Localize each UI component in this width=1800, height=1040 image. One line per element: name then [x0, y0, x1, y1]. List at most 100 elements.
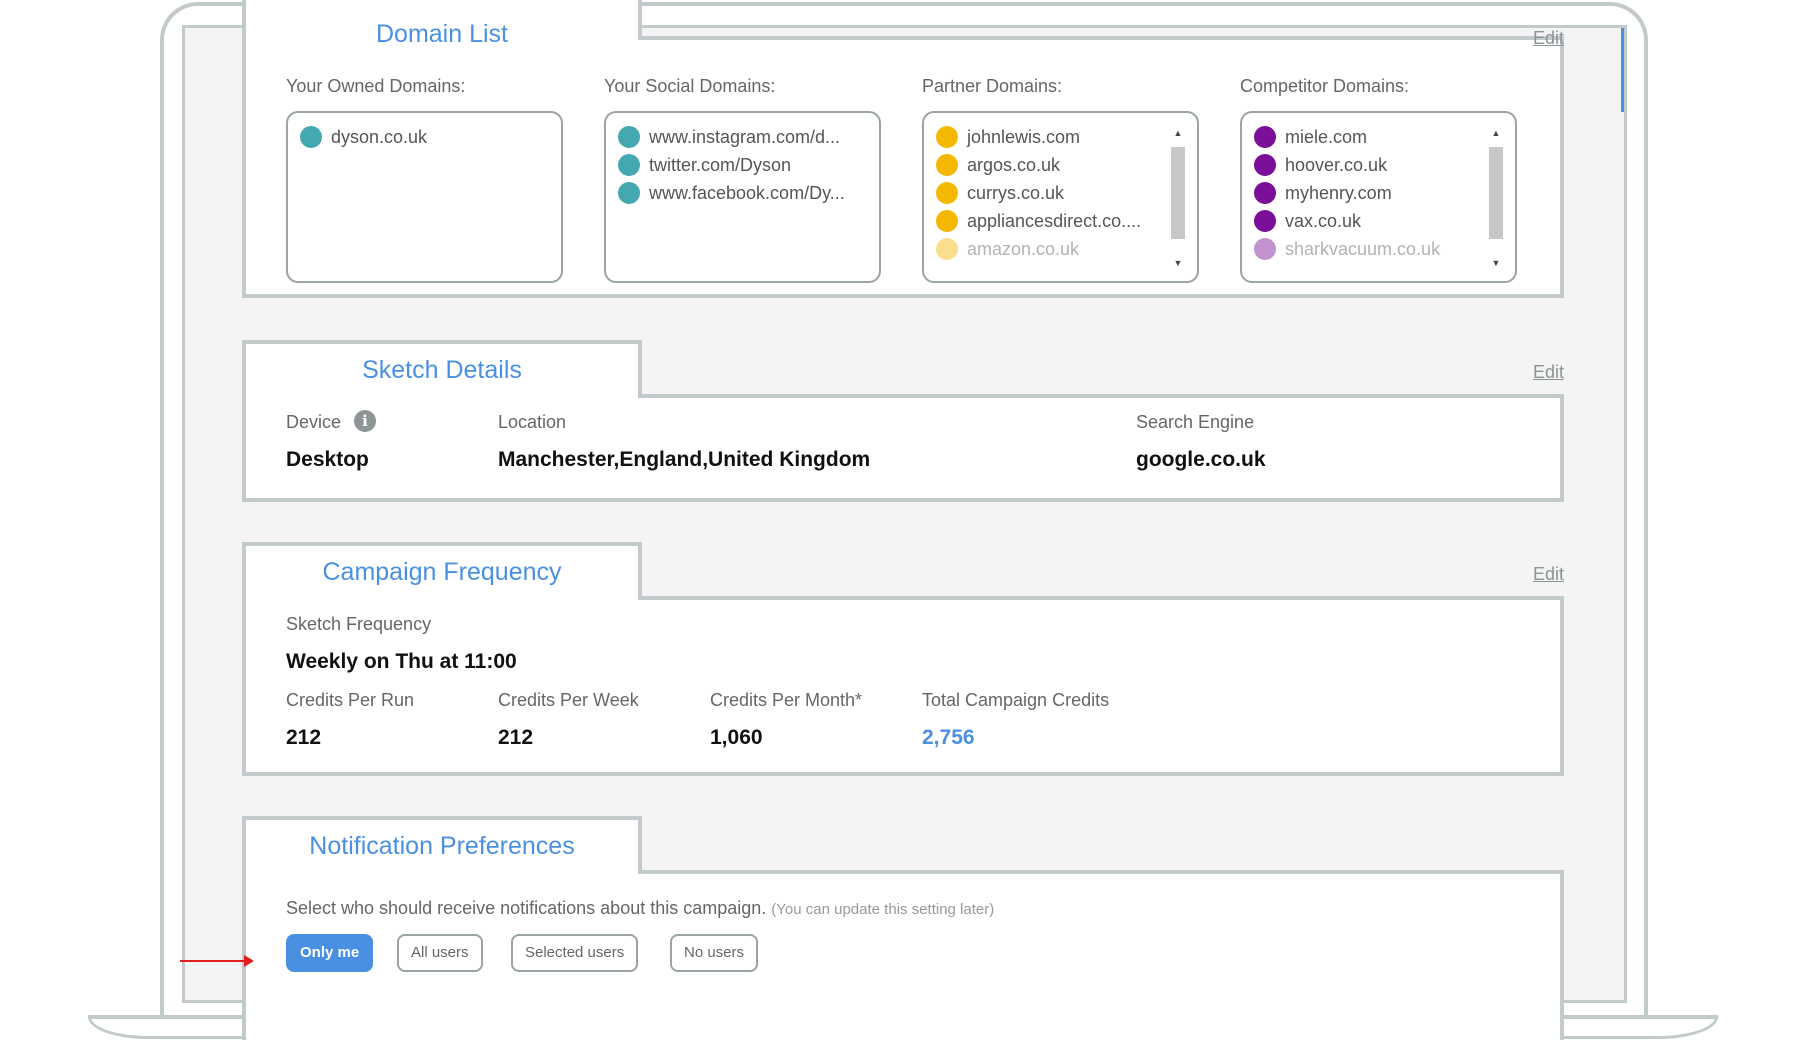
owned-domains-box[interactable]: dyson.co.uk: [286, 111, 563, 283]
domain-name: currys.co.uk: [967, 182, 1065, 203]
sketch-frequency-value: Weekly on Thu at 11:00: [286, 650, 517, 673]
accent-line: [1621, 28, 1624, 112]
list-item: johnlewis.com: [936, 123, 1141, 151]
list-item: argos.co.uk: [936, 151, 1141, 179]
info-icon[interactable]: i: [354, 410, 376, 432]
domain-name: myhenry.com: [1285, 182, 1392, 203]
domain-name: www.instagram.com/d...: [649, 126, 841, 147]
domain-name: johnlewis.com: [967, 126, 1081, 147]
domain-name: appliancesdirect.co....: [967, 210, 1142, 231]
domain-name: vax.co.uk: [1285, 210, 1362, 231]
search-engine-value: google.co.uk: [1136, 448, 1266, 471]
partner-domain-dot: [936, 238, 958, 260]
notification-preferences-card: Notification Preferences Select who shou…: [242, 816, 1564, 1040]
scroll-down-icon[interactable]: ▼: [1169, 255, 1187, 271]
campaign-frequency-title: Campaign Frequency: [322, 558, 562, 586]
card-tab-join: [246, 596, 638, 604]
partner-domains-box[interactable]: johnlewis.com argos.co.uk currys.co.uk a…: [922, 111, 1199, 283]
social-domains-list: www.instagram.com/d... twitter.com/Dyson…: [618, 123, 845, 207]
search-engine-label: Search Engine: [1136, 412, 1255, 432]
sketch-details-card: Sketch Details Edit Device i Desktop Loc…: [242, 340, 1564, 502]
domain-name: twitter.com/Dyson: [649, 154, 792, 175]
list-item: currys.co.uk: [936, 179, 1141, 207]
scroll-up-icon[interactable]: ▲: [1169, 125, 1187, 141]
device-value: Desktop: [286, 448, 369, 471]
partner-domain-dot: [936, 126, 958, 148]
social-domain-dot: [618, 126, 640, 148]
list-item: www.facebook.com/Dy...: [618, 179, 845, 207]
card-tab-join: [246, 394, 638, 402]
domain-list-edit-link[interactable]: Edit: [1533, 28, 1564, 49]
competitor-domain-dot: [1254, 182, 1276, 204]
credits-per-week-label: Credits Per Week: [498, 690, 639, 710]
card-body: [242, 394, 1564, 502]
domain-name: www.facebook.com/Dy...: [649, 182, 845, 203]
partner-domains-label: Partner Domains:: [922, 76, 1063, 96]
no-users-button[interactable]: No users: [670, 934, 759, 972]
social-domain-dot: [618, 154, 640, 176]
credits-per-run-value: 212: [286, 726, 322, 749]
competitor-domain-dot: [1254, 154, 1276, 176]
device-label: Device: [286, 412, 342, 432]
domain-name: argos.co.uk: [967, 154, 1061, 175]
competitor-domains-box[interactable]: miele.com hoover.co.uk myhenry.com vax.c…: [1240, 111, 1517, 283]
list-item: twitter.com/Dyson: [618, 151, 845, 179]
social-domains-label: Your Social Domains:: [604, 76, 776, 96]
card-tab-join: [246, 870, 638, 878]
scroll-up-icon[interactable]: ▲: [1487, 125, 1505, 141]
sketch-frequency-label: Sketch Frequency: [286, 614, 432, 634]
scroll-thumb[interactable]: [1171, 147, 1185, 239]
partner-domains-list: johnlewis.com argos.co.uk currys.co.uk a…: [936, 123, 1141, 263]
competitor-domain-dot: [1254, 210, 1276, 232]
notification-prompt: Select who should receive notifications …: [286, 898, 994, 919]
credits-per-week-value: 212: [498, 726, 534, 749]
card-body: [242, 596, 1564, 776]
domain-list-card: Domain List Edit Your Owned Domains: You…: [242, 0, 1564, 298]
only-me-button[interactable]: Only me: [286, 934, 374, 972]
partner-domain-dot: [936, 210, 958, 232]
list-item: dyson.co.uk: [300, 123, 427, 151]
total-campaign-credits-value: 2,756: [922, 726, 975, 749]
list-item: sharkvacuum.co.uk: [1254, 235, 1440, 263]
sketch-details-title: Sketch Details: [362, 356, 522, 384]
notification-hint: (You can update this setting later): [771, 901, 995, 918]
competitor-domains-label: Competitor Domains:: [1240, 76, 1410, 96]
scroll-thumb[interactable]: [1489, 147, 1503, 239]
sketch-details-edit-link[interactable]: Edit: [1533, 362, 1564, 383]
notification-prompt-text: Select who should receive notifications …: [286, 898, 767, 918]
notification-options: Only me All users Selected users No user…: [286, 934, 886, 974]
domain-name: miele.com: [1285, 126, 1368, 147]
owned-domains-list: dyson.co.uk: [300, 123, 427, 151]
all-users-button[interactable]: All users: [397, 934, 483, 972]
owned-domain-dot: [300, 126, 322, 148]
list-item: miele.com: [1254, 123, 1440, 151]
list-item: www.instagram.com/d...: [618, 123, 845, 151]
total-campaign-credits-label: Total Campaign Credits: [922, 690, 1110, 710]
credits-per-month-value: 1,060: [710, 726, 763, 749]
competitor-scrollbar[interactable]: ▲ ▼: [1487, 125, 1505, 271]
credits-per-run-label: Credits Per Run: [286, 690, 415, 710]
partner-scrollbar[interactable]: ▲ ▼: [1169, 125, 1187, 271]
domain-list-title: Domain List: [376, 20, 508, 48]
scroll-down-icon[interactable]: ▼: [1487, 255, 1505, 271]
competitor-domain-dot: [1254, 238, 1276, 260]
list-item: hoover.co.uk: [1254, 151, 1440, 179]
domain-name: hoover.co.uk: [1285, 154, 1388, 175]
campaign-frequency-edit-link[interactable]: Edit: [1533, 564, 1564, 585]
owned-domains-label: Your Owned Domains:: [286, 76, 466, 96]
social-domains-box[interactable]: www.instagram.com/d... twitter.com/Dyson…: [604, 111, 881, 283]
list-item: amazon.co.uk: [936, 235, 1141, 263]
selected-users-button[interactable]: Selected users: [511, 934, 639, 972]
domain-name: amazon.co.uk: [967, 238, 1080, 259]
competitor-domain-dot: [1254, 126, 1276, 148]
annotation-arrow-icon: [180, 955, 254, 967]
domain-name: sharkvacuum.co.uk: [1285, 238, 1441, 259]
location-value: Manchester,England,United Kingdom: [498, 448, 871, 471]
domain-name: dyson.co.uk: [331, 126, 428, 147]
list-item: vax.co.uk: [1254, 207, 1440, 235]
list-item: appliancesdirect.co....: [936, 207, 1141, 235]
social-domain-dot: [618, 182, 640, 204]
credits-per-month-label: Credits Per Month*: [710, 690, 863, 710]
competitor-domains-list: miele.com hoover.co.uk myhenry.com vax.c…: [1254, 123, 1440, 263]
partner-domain-dot: [936, 182, 958, 204]
